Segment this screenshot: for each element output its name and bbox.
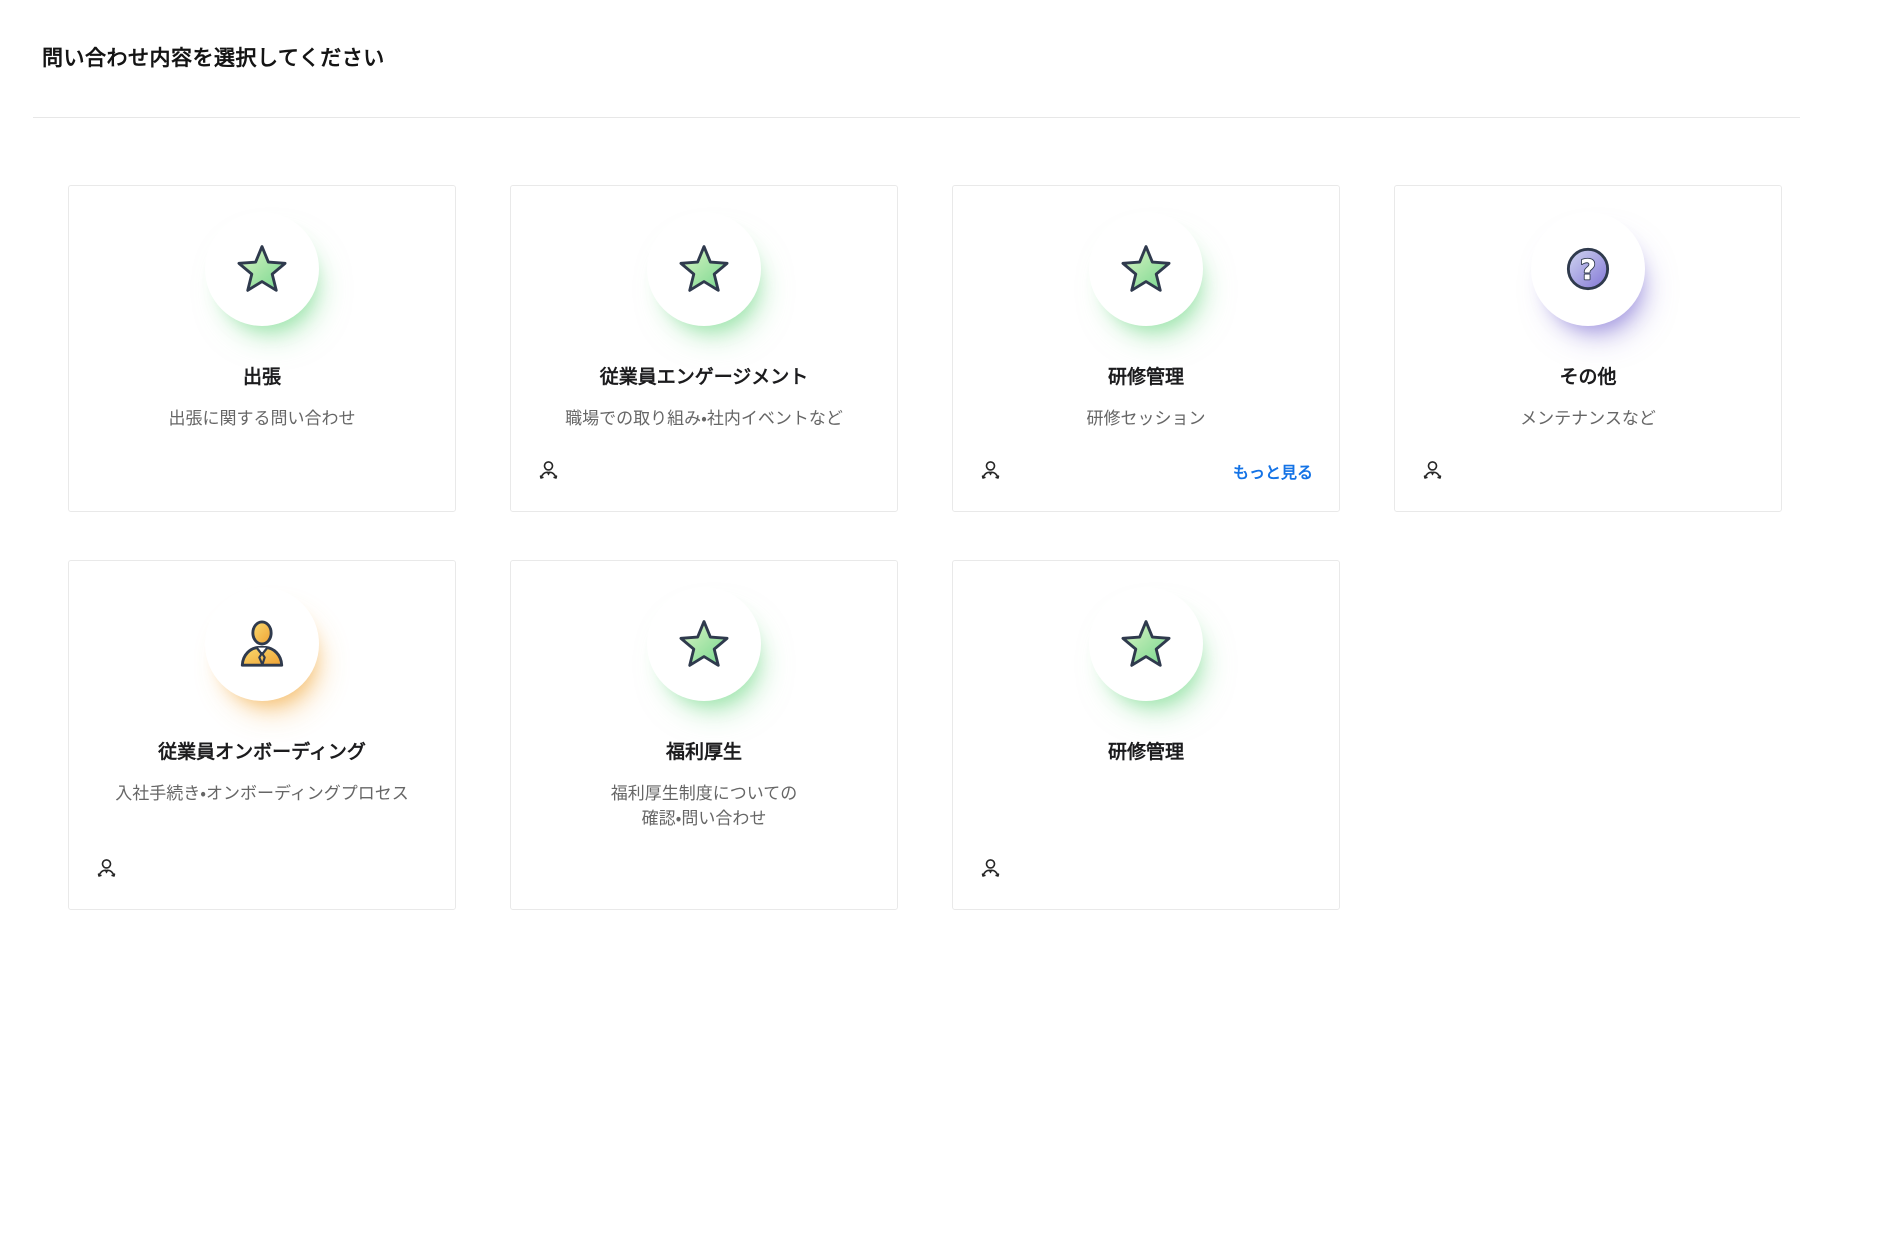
- icon-circle: [1089, 212, 1203, 326]
- card-footer: [95, 857, 429, 881]
- category-card[interactable]: 研修管理 研修セッション もっと見る: [952, 185, 1340, 512]
- category-card[interactable]: 出張 出張に関する問い合わせ: [68, 185, 456, 512]
- icon-circle: [205, 212, 319, 326]
- assignee-person-icon: [95, 858, 118, 880]
- card-description: 研修セッション: [1087, 406, 1206, 431]
- card-grid: 出張 出張に関する問い合わせ 従業員エンゲージメント 職場での取り組み・社内イベ…: [68, 185, 1880, 910]
- assignee-person-icon: [979, 460, 1002, 482]
- assignee-person-icon: [979, 858, 1002, 880]
- category-card[interactable]: ? その他 メンテナンスなど: [1394, 185, 1782, 512]
- star-icon: [677, 243, 731, 295]
- card-title: 従業員エンゲージメント: [600, 366, 809, 390]
- icon-circle: [647, 212, 761, 326]
- card-title: その他: [1559, 366, 1616, 390]
- icon-circle: [1089, 587, 1203, 701]
- svg-text:?: ?: [1580, 253, 1596, 286]
- card-title: 出張: [243, 366, 281, 390]
- more-link[interactable]: もっと見る: [1233, 459, 1313, 483]
- card-title: 福利厚生: [666, 741, 742, 765]
- card-description: メンテナンスなど: [1520, 406, 1656, 431]
- card-description: 出張に関する問い合わせ: [169, 406, 356, 431]
- card-footer: もっと見る: [979, 459, 1313, 483]
- icon-circle: ?: [1531, 212, 1645, 326]
- card-footer: [1421, 459, 1755, 483]
- star-icon: [235, 243, 289, 295]
- icon-circle: [205, 587, 319, 701]
- star-icon: [677, 618, 731, 670]
- card-description: 入社手続き・オンボーディングプロセス: [115, 781, 409, 806]
- question-mark-icon: ?: [1563, 244, 1613, 294]
- person-tie-icon: [235, 619, 289, 669]
- category-card[interactable]: 研修管理: [952, 560, 1340, 910]
- page-header: 問い合わせ内容を選択してください: [0, 0, 1880, 72]
- card-footer: [979, 857, 1313, 881]
- category-card[interactable]: 従業員エンゲージメント 職場での取り組み・社内イベントなど: [510, 185, 898, 512]
- category-card[interactable]: 従業員オンボーディング 入社手続き・オンボーディングプロセス: [68, 560, 456, 910]
- header-divider: [33, 117, 1800, 118]
- card-title: 研修管理: [1108, 741, 1184, 765]
- card-description: 職場での取り組み・社内イベントなど: [565, 406, 843, 431]
- card-title: 従業員オンボーディング: [158, 741, 366, 765]
- assignee-person-icon: [1421, 460, 1444, 482]
- card-title: 研修管理: [1108, 366, 1184, 390]
- star-icon: [1119, 243, 1173, 295]
- category-card[interactable]: 福利厚生 福利厚生制度についての 確認・問い合わせ: [510, 560, 898, 910]
- icon-circle: [647, 587, 761, 701]
- card-footer: [537, 857, 871, 881]
- assignee-person-icon: [537, 460, 560, 482]
- card-description: 福利厚生制度についての 確認・問い合わせ: [611, 781, 798, 831]
- card-footer: [95, 459, 429, 483]
- card-footer: [537, 459, 871, 483]
- page-title: 問い合わせ内容を選択してください: [42, 46, 1880, 72]
- star-icon: [1119, 618, 1173, 670]
